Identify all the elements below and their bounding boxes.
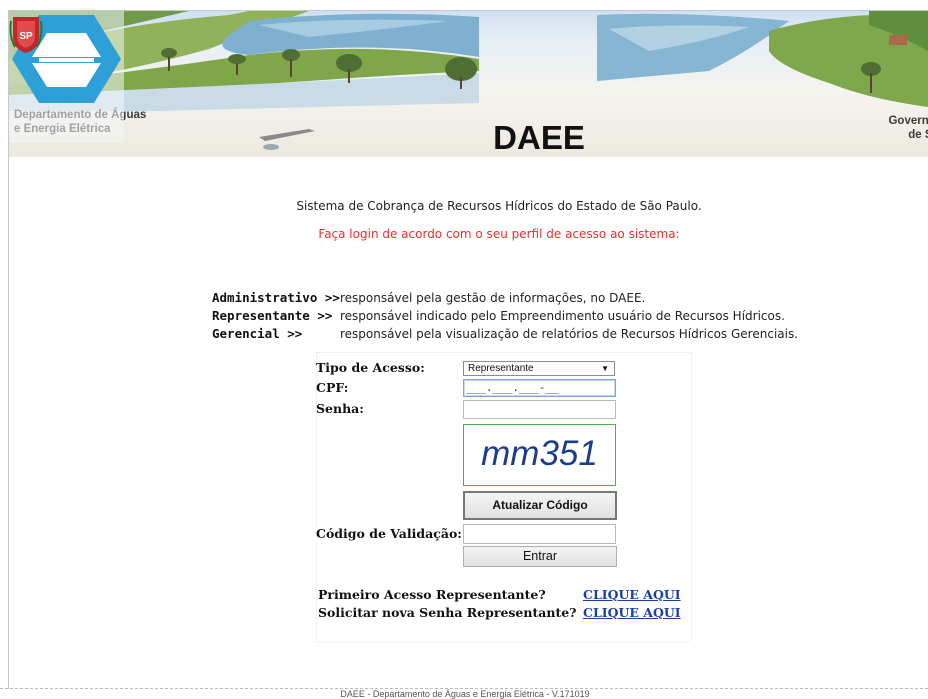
profile-list: Administrativo >> responsável pela gestã… [212, 289, 798, 343]
first-access-label: Primeiro Acesso Representante? [318, 587, 546, 602]
new-password-link[interactable]: CLIQUE AQUI [583, 605, 681, 620]
sp-coat-of-arms-icon: SP [9, 17, 43, 53]
daee-logo-text: DAEE [493, 119, 585, 156]
validation-code-input[interactable] [463, 524, 616, 544]
profile-description: responsável pela gestão de informações, … [340, 291, 646, 305]
profile-description: responsável pela visualização de relatór… [340, 327, 799, 341]
government-name-line1: Governo d [888, 115, 928, 127]
dropdown-arrow-icon: ▼ [601, 364, 609, 373]
profile-name: Representante >> [212, 308, 333, 323]
svg-text:SP: SP [19, 31, 33, 42]
profile-description: responsável indicado pelo Empreendimento… [340, 309, 785, 323]
system-title: Sistema de Cobrança de Recursos Hídricos… [296, 199, 702, 213]
profile-item-representante: Representante >> responsável indicado pe… [212, 307, 798, 325]
access-type-select[interactable]: Representante ▼ [463, 361, 615, 376]
new-password-label: Solicitar nova Senha Representante? [318, 605, 577, 620]
password-input[interactable] [463, 400, 616, 419]
first-access-link[interactable]: CLIQUE AQUI [583, 587, 681, 602]
access-type-value: Representante [468, 363, 534, 374]
access-type-label: Tipo de Acesso: [316, 360, 425, 375]
profile-item-gerencial: Gerencial >> responsável pela visualizaç… [212, 325, 798, 343]
login-hint: Faça login de acordo com o seu perfil de… [318, 227, 680, 241]
captcha-image: mm351 [463, 424, 616, 486]
enter-button[interactable]: Entrar [463, 546, 617, 567]
profile-name: Gerencial >> [212, 326, 303, 341]
cpf-input[interactable]: ___.___.___-__ [463, 379, 616, 397]
password-label: Senha: [316, 401, 364, 416]
government-name-line2: de São [908, 129, 928, 141]
cpf-label: CPF: [316, 380, 349, 395]
government-name: Governo d de São [866, 114, 928, 142]
footer-text: DAEE - Departamento de Águas e Energia E… [340, 689, 590, 699]
validation-code-label: Código de Validação: [316, 526, 462, 541]
refresh-code-button[interactable]: Atualizar Código [463, 491, 617, 520]
header-banner: Departamento de Águas e Energia Elétrica… [9, 11, 928, 157]
profile-name: Administrativo >> [212, 290, 340, 305]
profile-item-administrativo: Administrativo >> responsável pela gestã… [212, 289, 798, 307]
